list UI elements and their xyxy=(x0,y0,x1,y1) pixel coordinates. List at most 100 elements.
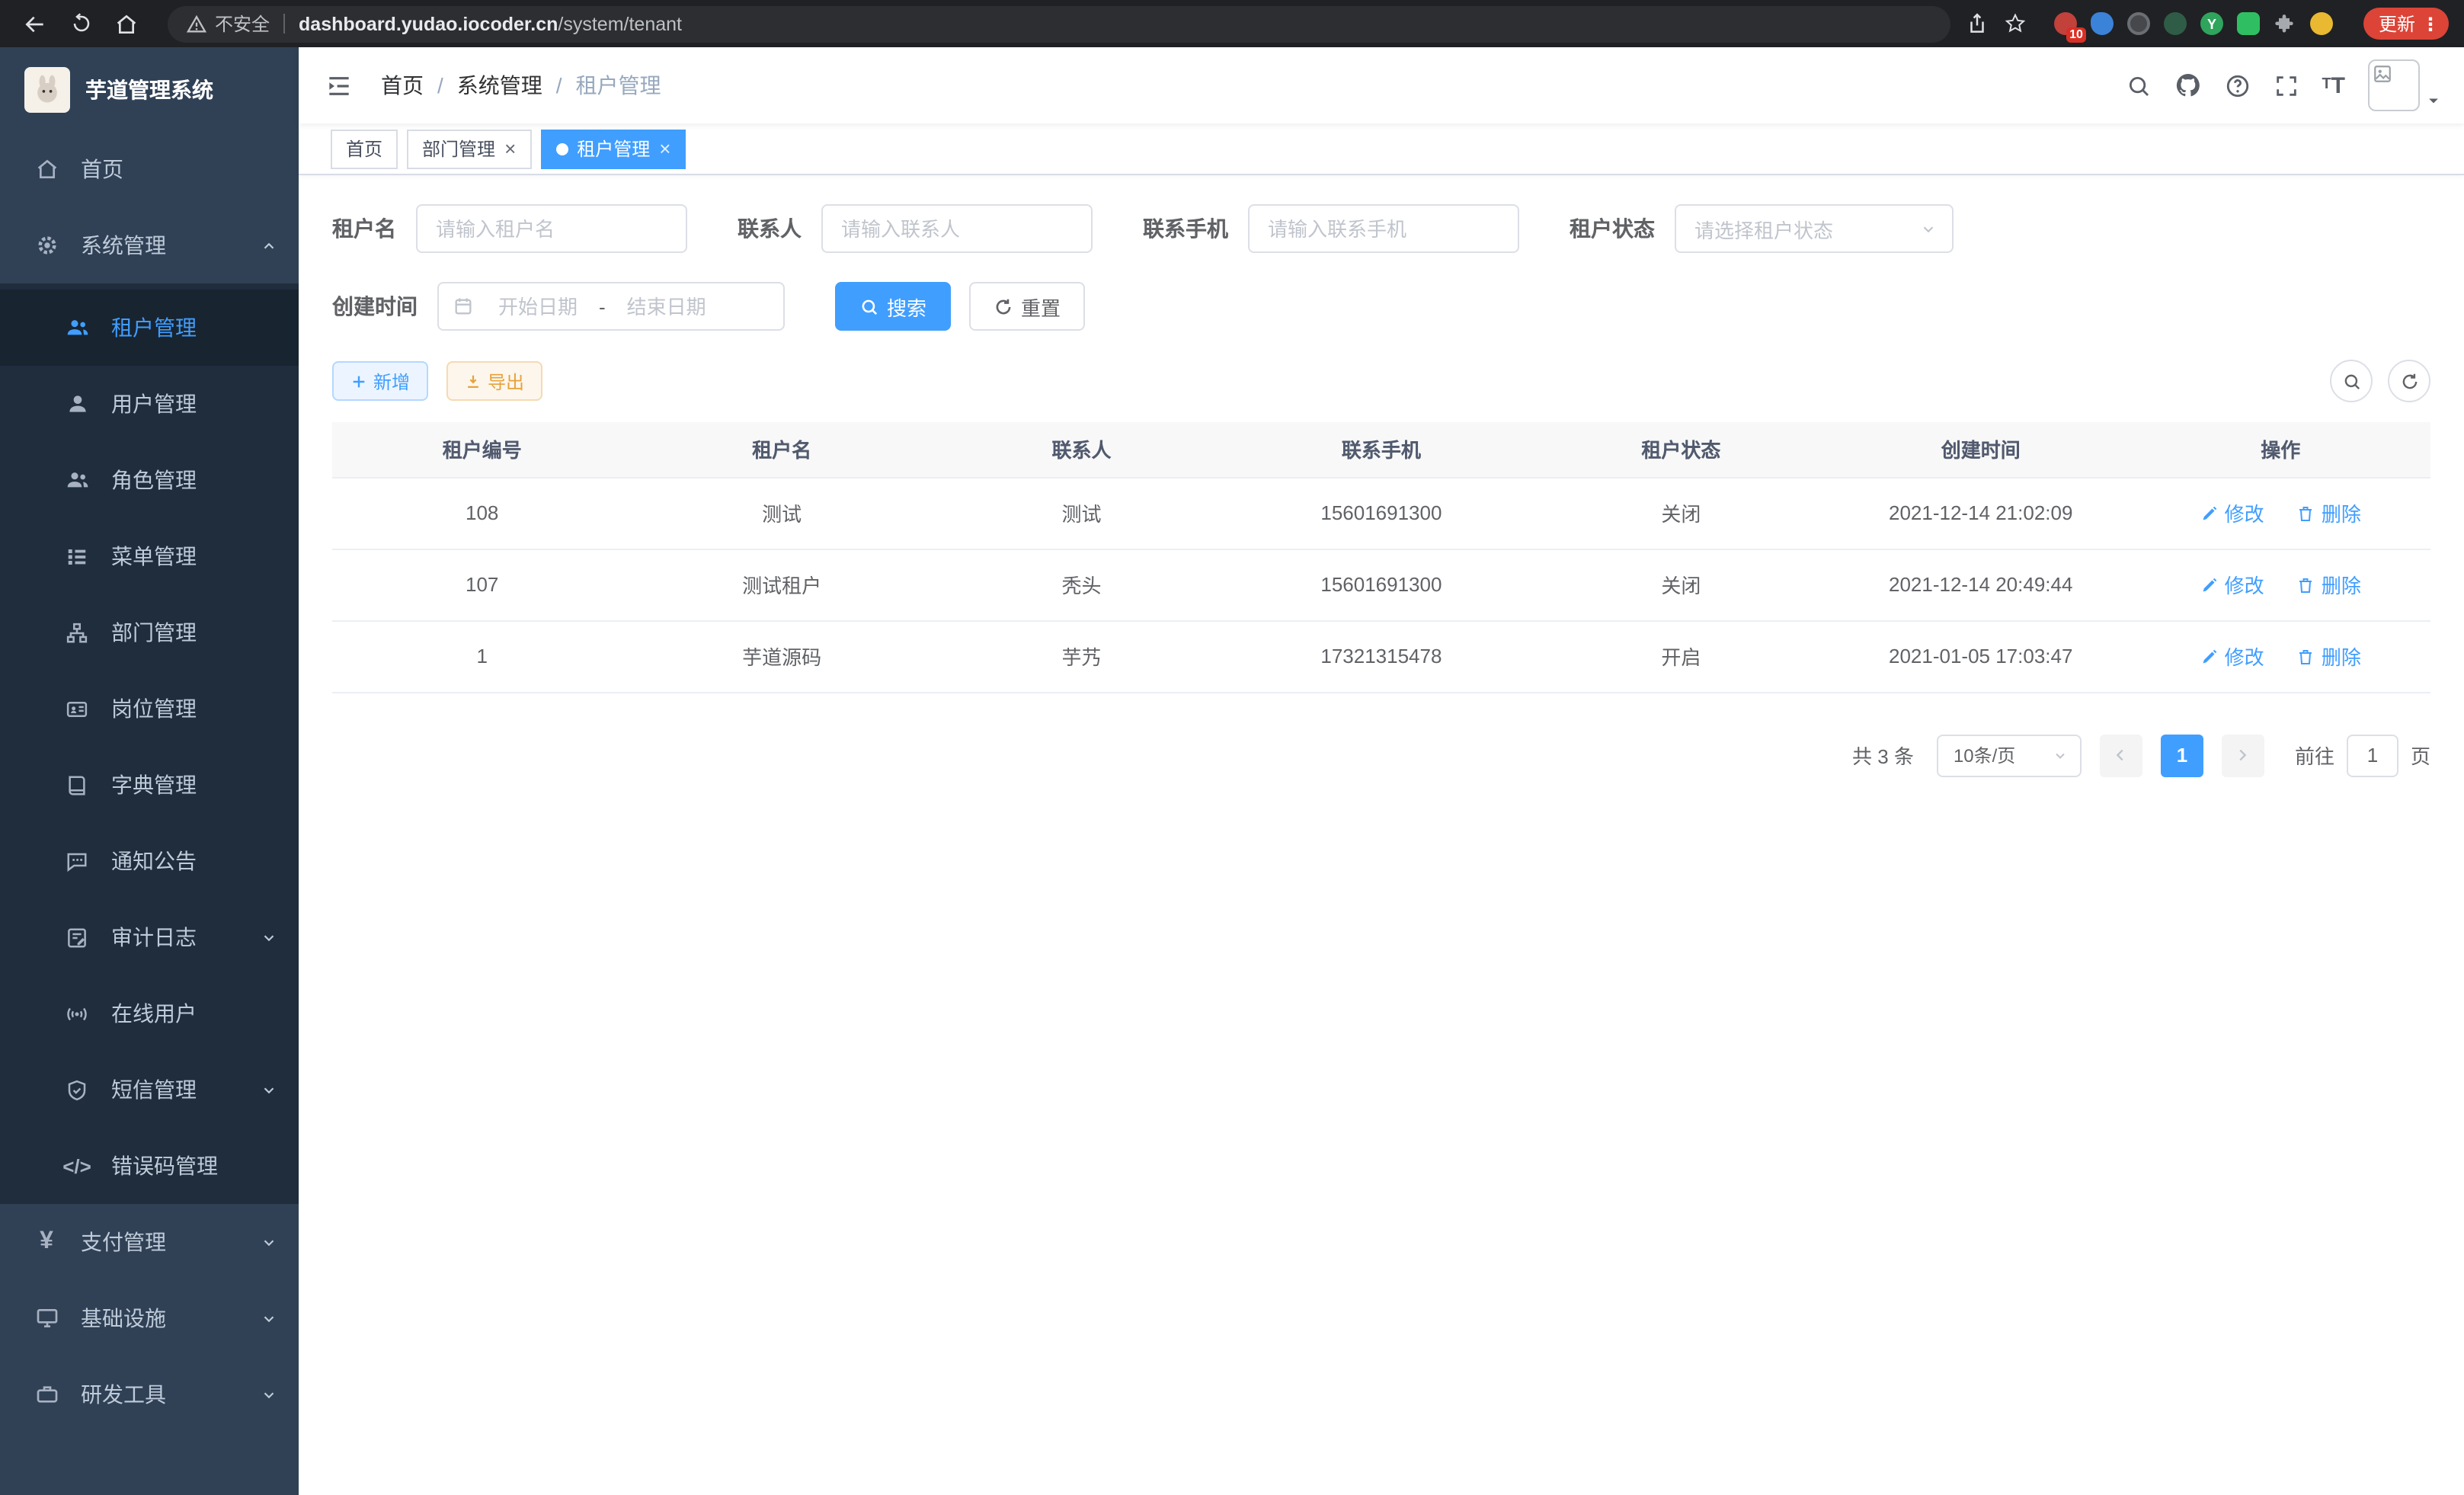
breadcrumb-home[interactable]: 首页 xyxy=(381,70,424,101)
sidebar-item-error-code-management[interactable]: </> 错误码管理 xyxy=(0,1128,299,1204)
toggle-search-button[interactable] xyxy=(2330,360,2373,402)
reset-button[interactable]: 重置 xyxy=(969,282,1085,331)
browser-home-button[interactable] xyxy=(107,5,146,42)
briefcase-icon xyxy=(34,1381,59,1407)
current-page-button[interactable]: 1 xyxy=(2161,734,2203,776)
export-button[interactable]: 导出 xyxy=(446,361,542,401)
extension-icon-3[interactable] xyxy=(2127,12,2150,35)
tab-dept-management[interactable]: 部门管理 × xyxy=(407,129,531,168)
user-icon xyxy=(64,391,90,417)
avatar xyxy=(2368,59,2420,111)
add-button[interactable]: 新增 xyxy=(332,361,428,401)
date-range-picker[interactable]: - xyxy=(437,282,785,331)
breadcrumb-current: 租户管理 xyxy=(576,70,661,101)
extension-icon-5[interactable]: Y xyxy=(2200,12,2223,35)
roles-icon xyxy=(64,467,90,493)
sidebar-item-audit-log[interactable]: 审计日志 xyxy=(0,899,299,975)
sidebar-item-label: 岗位管理 xyxy=(111,693,197,724)
browser-update-button[interactable]: 更新 ⋮ xyxy=(2363,8,2449,40)
sidebar-item-infrastructure[interactable]: 基础设施 xyxy=(0,1280,299,1356)
bookmark-star-button[interactable] xyxy=(2004,12,2027,35)
github-button[interactable] xyxy=(2174,72,2201,99)
tab-tenant-management[interactable]: 租户管理 × xyxy=(540,129,686,168)
page-size-select[interactable]: 10条/页 xyxy=(1937,734,2082,776)
extension-icon-8[interactable] xyxy=(2310,12,2333,35)
sidebar-item-online-users[interactable]: 在线用户 xyxy=(0,975,299,1052)
sidebar-item-post-management[interactable]: 岗位管理 xyxy=(0,671,299,747)
sidebar-item-dept-management[interactable]: 部门管理 xyxy=(0,594,299,671)
tab-close-icon[interactable]: × xyxy=(659,139,670,158)
tab-close-icon[interactable]: × xyxy=(504,139,516,158)
tab-home[interactable]: 首页 xyxy=(331,129,398,168)
sidebar-item-system-management[interactable]: 系统管理 xyxy=(0,207,299,283)
user-avatar-menu[interactable] xyxy=(2368,59,2441,111)
pencil-icon xyxy=(2200,504,2219,522)
browser-reload-button[interactable] xyxy=(61,5,101,42)
address-bar[interactable]: 不安全 dashboard.yudao.iocoder.cn/system/te… xyxy=(168,5,1950,42)
sidebar-item-tenant-management[interactable]: 租户管理 xyxy=(0,290,299,366)
browser-back-button[interactable] xyxy=(15,5,55,42)
sidebar-item-label: 支付管理 xyxy=(81,1227,166,1257)
sidebar-item-dict-management[interactable]: 字典管理 xyxy=(0,747,299,823)
sidebar-item-label: 短信管理 xyxy=(111,1074,197,1105)
sidebar-item-payment-management[interactable]: ¥ 支付管理 xyxy=(0,1204,299,1280)
search-button[interactable]: 搜索 xyxy=(835,282,951,331)
col-phone: 联系手机 xyxy=(1231,422,1531,477)
extension-icon-4[interactable] xyxy=(2164,12,2187,35)
tab-label: 部门管理 xyxy=(422,136,495,162)
tenant-management-page: 租户名 联系人 联系手机 租户状态 请选择租户状态 xyxy=(299,175,2464,1495)
table-row: 1 芋道源码 芋艿 17321315478 开启 2021-01-05 17:0… xyxy=(332,620,2430,692)
next-page-button[interactable] xyxy=(2222,734,2264,776)
edit-button[interactable]: 修改 xyxy=(2200,498,2264,527)
delete-button[interactable]: 删除 xyxy=(2297,570,2361,599)
cell-actions: 修改 删除 xyxy=(2130,620,2430,692)
fullscreen-button[interactable] xyxy=(2273,72,2299,98)
delete-button[interactable]: 删除 xyxy=(2297,642,2361,671)
trash-icon xyxy=(2297,575,2315,594)
question-circle-icon xyxy=(2224,72,2250,98)
breadcrumb-system[interactable]: 系统管理 xyxy=(457,70,542,101)
extension-icon-1[interactable]: 10 xyxy=(2054,12,2077,35)
sidebar-item-notice[interactable]: 通知公告 xyxy=(0,823,299,899)
pencil-icon xyxy=(2200,647,2219,665)
extension-icon-2[interactable] xyxy=(2091,12,2114,35)
chevron-left-icon xyxy=(2113,747,2130,764)
edit-button[interactable]: 修改 xyxy=(2200,642,2264,671)
share-button[interactable] xyxy=(1966,12,1989,35)
update-label: 更新 xyxy=(2379,11,2415,37)
tenant-name-input[interactable] xyxy=(416,204,687,253)
font-size-button[interactable]: TT xyxy=(2322,74,2345,97)
url-text: dashboard.yudao.iocoder.cn/system/tenant xyxy=(299,13,682,34)
help-button[interactable] xyxy=(2224,72,2250,98)
date-start-input[interactable] xyxy=(480,295,596,318)
sidebar-item-dev-tools[interactable]: 研发工具 xyxy=(0,1356,299,1433)
shield-check-icon xyxy=(64,1077,90,1103)
sidebar-collapse-button[interactable] xyxy=(322,69,355,102)
contact-input[interactable] xyxy=(821,204,1093,253)
delete-button[interactable]: 删除 xyxy=(2297,498,2361,527)
search-icon xyxy=(2125,72,2151,98)
col-created: 创建时间 xyxy=(1831,422,2130,477)
page-size-value: 10条/页 xyxy=(1954,742,2015,768)
sidebar-logo[interactable]: 芋道管理系统 xyxy=(0,47,299,131)
phone-input[interactable] xyxy=(1248,204,1519,253)
book-icon xyxy=(64,772,90,798)
col-actions: 操作 xyxy=(2130,422,2430,477)
extension-icon-6[interactable] xyxy=(2237,12,2260,35)
sidebar-item-sms-management[interactable]: 短信管理 xyxy=(0,1052,299,1128)
extensions-puzzle-icon[interactable] xyxy=(2274,12,2296,35)
people-icon xyxy=(64,315,90,341)
date-end-input[interactable] xyxy=(609,295,725,318)
header-search-button[interactable] xyxy=(2125,72,2151,98)
prev-page-button[interactable] xyxy=(2100,734,2142,776)
sidebar-item-user-management[interactable]: 用户管理 xyxy=(0,366,299,442)
sidebar-item-menu-management[interactable]: 菜单管理 xyxy=(0,518,299,594)
refresh-table-button[interactable] xyxy=(2388,360,2430,402)
sidebar-item-role-management[interactable]: 角色管理 xyxy=(0,442,299,518)
cell-tenant-id: 107 xyxy=(332,549,632,620)
edit-button[interactable]: 修改 xyxy=(2200,570,2264,599)
security-chip[interactable]: 不安全 xyxy=(186,11,270,37)
sidebar-item-home[interactable]: 首页 xyxy=(0,131,299,207)
status-select[interactable]: 请选择租户状态 xyxy=(1675,204,1954,253)
goto-page-input[interactable] xyxy=(2347,734,2398,776)
